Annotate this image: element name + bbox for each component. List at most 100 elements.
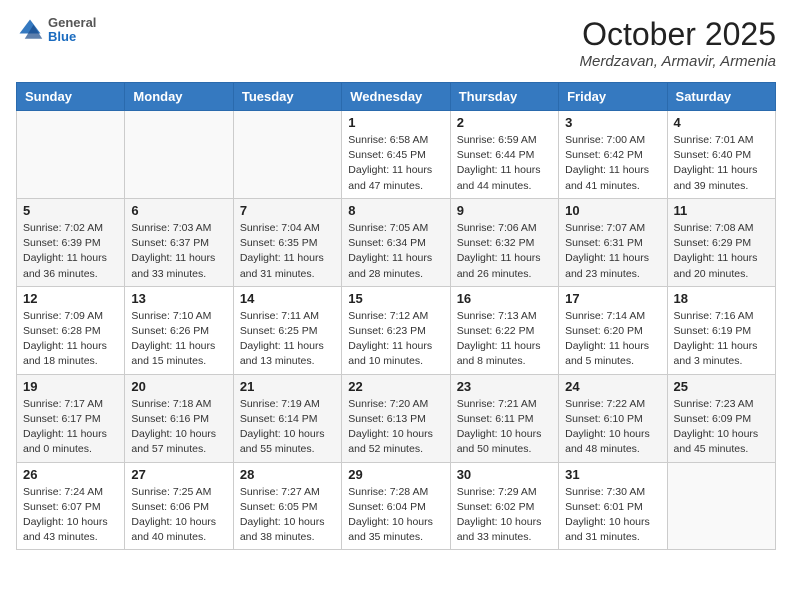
calendar-cell: 15 Sunrise: 7:12 AMSunset: 6:23 PMDayligh… [342, 286, 450, 374]
calendar-cell: 30 Sunrise: 7:29 AMSunset: 6:02 PMDayligh… [450, 462, 558, 550]
calendar-week-row: 1Sunrise: 6:58 AMSunset: 6:45 PMDaylight… [17, 111, 776, 199]
day-number: 18 [674, 291, 769, 306]
day-info: Sunrise: 7:24 AMSunset: 6:07 PMDaylight:… [23, 485, 118, 546]
calendar-cell: 27 Sunrise: 7:25 AMSunset: 6:06 PMDayligh… [125, 462, 233, 550]
calendar-cell: 8 Sunrise: 7:05 AMSunset: 6:34 PMDaylight… [342, 198, 450, 286]
title-area: October 2025 Merdzavan, Armavir, Armenia [580, 16, 776, 70]
logo: General Blue [16, 16, 96, 45]
day-number: 3 [565, 115, 660, 130]
day-number: 10 [565, 203, 660, 218]
calendar-table: SundayMondayTuesdayWednesdayThursdayFrid… [16, 82, 776, 550]
day-number: 7 [240, 203, 335, 218]
day-number: 17 [565, 291, 660, 306]
day-number: 29 [348, 467, 443, 482]
calendar-week-row: 26 Sunrise: 7:24 AMSunset: 6:07 PMDayligh… [17, 462, 776, 550]
calendar-cell [667, 462, 775, 550]
day-info: Sunrise: 7:23 AMSunset: 6:09 PMDaylight:… [674, 397, 769, 458]
calendar-cell: 10Sunrise: 7:07 AMSunset: 6:31 PMDayligh… [559, 198, 667, 286]
location: Merdzavan, Armavir, Armenia [580, 53, 776, 70]
calendar-cell: 16Sunrise: 7:13 AMSunset: 6:22 PMDayligh… [450, 286, 558, 374]
calendar-cell: 3 Sunrise: 7:00 AMSunset: 6:42 PMDaylight… [559, 111, 667, 199]
day-number: 14 [240, 291, 335, 306]
weekday-header: Saturday [667, 83, 775, 111]
day-number: 8 [348, 203, 443, 218]
day-number: 30 [457, 467, 552, 482]
calendar-cell: 11 Sunrise: 7:08 AMSunset: 6:29 PMDayligh… [667, 198, 775, 286]
day-info: Sunrise: 7:20 AMSunset: 6:13 PMDaylight:… [348, 397, 443, 458]
day-number: 11 [674, 203, 769, 218]
day-info: Sunrise: 7:09 AMSunset: 6:28 PMDaylight:… [23, 309, 118, 370]
day-info: Sunrise: 7:01 AMSunset: 6:40 PMDaylight:… [674, 133, 769, 194]
weekday-header: Monday [125, 83, 233, 111]
weekday-header: Sunday [17, 83, 125, 111]
logo-text: General Blue [48, 16, 96, 45]
day-number: 25 [674, 379, 769, 394]
day-number: 26 [23, 467, 118, 482]
day-number: 28 [240, 467, 335, 482]
calendar-cell: 4 Sunrise: 7:01 AMSunset: 6:40 PMDaylight… [667, 111, 775, 199]
calendar-cell: 6Sunrise: 7:03 AMSunset: 6:37 PMDaylight… [125, 198, 233, 286]
day-info: Sunrise: 7:28 AMSunset: 6:04 PMDaylight:… [348, 485, 443, 546]
day-info: Sunrise: 7:05 AMSunset: 6:34 PMDaylight:… [348, 221, 443, 282]
calendar-week-row: 19 Sunrise: 7:17 AMSunset: 6:17 PMDayligh… [17, 374, 776, 462]
day-number: 1 [348, 115, 443, 130]
weekday-header: Tuesday [233, 83, 341, 111]
day-info: Sunrise: 7:08 AMSunset: 6:29 PMDaylight:… [674, 221, 769, 282]
day-info: Sunrise: 7:22 AMSunset: 6:10 PMDaylight:… [565, 397, 660, 458]
day-number: 15 [348, 291, 443, 306]
day-number: 31 [565, 467, 660, 482]
day-number: 19 [23, 379, 118, 394]
calendar-cell [17, 111, 125, 199]
calendar-cell: 13Sunrise: 7:10 AMSunset: 6:26 PMDayligh… [125, 286, 233, 374]
day-number: 5 [23, 203, 118, 218]
day-info: Sunrise: 7:17 AMSunset: 6:17 PMDaylight:… [23, 397, 118, 458]
day-info: Sunrise: 7:10 AMSunset: 6:26 PMDaylight:… [131, 309, 226, 370]
day-number: 4 [674, 115, 769, 130]
day-number: 23 [457, 379, 552, 394]
calendar-cell: 25 Sunrise: 7:23 AMSunset: 6:09 PMDayligh… [667, 374, 775, 462]
weekday-header: Thursday [450, 83, 558, 111]
logo-general: General [48, 16, 96, 30]
day-info: Sunrise: 7:25 AMSunset: 6:06 PMDaylight:… [131, 485, 226, 546]
logo-icon [16, 16, 44, 44]
calendar-cell: 29 Sunrise: 7:28 AMSunset: 6:04 PMDayligh… [342, 462, 450, 550]
calendar-cell: 14 Sunrise: 7:11 AMSunset: 6:25 PMDayligh… [233, 286, 341, 374]
calendar-cell: 21 Sunrise: 7:19 AMSunset: 6:14 PMDayligh… [233, 374, 341, 462]
calendar-week-row: 5Sunrise: 7:02 AMSunset: 6:39 PMDaylight… [17, 198, 776, 286]
calendar-cell: 20 Sunrise: 7:18 AMSunset: 6:16 PMDayligh… [125, 374, 233, 462]
day-number: 16 [457, 291, 552, 306]
day-number: 2 [457, 115, 552, 130]
day-info: Sunrise: 7:19 AMSunset: 6:14 PMDaylight:… [240, 397, 335, 458]
weekday-header-row: SundayMondayTuesdayWednesdayThursdayFrid… [17, 83, 776, 111]
calendar-cell: 18Sunrise: 7:16 AMSunset: 6:19 PMDayligh… [667, 286, 775, 374]
day-number: 20 [131, 379, 226, 394]
day-number: 9 [457, 203, 552, 218]
weekday-header: Friday [559, 83, 667, 111]
header: General Blue October 2025 Merdzavan, Arm… [16, 16, 776, 70]
logo-blue: Blue [48, 30, 96, 44]
day-number: 24 [565, 379, 660, 394]
calendar-week-row: 12 Sunrise: 7:09 AMSunset: 6:28 PMDayligh… [17, 286, 776, 374]
day-number: 12 [23, 291, 118, 306]
day-number: 6 [131, 203, 226, 218]
calendar-cell [125, 111, 233, 199]
day-info: Sunrise: 7:29 AMSunset: 6:02 PMDaylight:… [457, 485, 552, 546]
calendar-cell: 22 Sunrise: 7:20 AMSunset: 6:13 PMDayligh… [342, 374, 450, 462]
day-number: 22 [348, 379, 443, 394]
day-info: Sunrise: 7:30 AMSunset: 6:01 PMDaylight:… [565, 485, 660, 546]
day-number: 21 [240, 379, 335, 394]
calendar-cell: 19 Sunrise: 7:17 AMSunset: 6:17 PMDayligh… [17, 374, 125, 462]
day-info: Sunrise: 7:04 AMSunset: 6:35 PMDaylight:… [240, 221, 335, 282]
day-number: 27 [131, 467, 226, 482]
calendar-cell: 31 Sunrise: 7:30 AMSunset: 6:01 PMDayligh… [559, 462, 667, 550]
calendar-cell: 26 Sunrise: 7:24 AMSunset: 6:07 PMDayligh… [17, 462, 125, 550]
calendar-cell: 17Sunrise: 7:14 AMSunset: 6:20 PMDayligh… [559, 286, 667, 374]
day-info: Sunrise: 7:21 AMSunset: 6:11 PMDaylight:… [457, 397, 552, 458]
day-info: Sunrise: 7:06 AMSunset: 6:32 PMDaylight:… [457, 221, 552, 282]
day-info: Sunrise: 7:12 AMSunset: 6:23 PMDaylight:… [348, 309, 443, 370]
calendar-cell: 28Sunrise: 7:27 AMSunset: 6:05 PMDayligh… [233, 462, 341, 550]
day-info: Sunrise: 7:11 AMSunset: 6:25 PMDaylight:… [240, 309, 335, 370]
calendar-cell [233, 111, 341, 199]
day-info: Sunrise: 7:00 AMSunset: 6:42 PMDaylight:… [565, 133, 660, 194]
day-info: Sunrise: 7:18 AMSunset: 6:16 PMDaylight:… [131, 397, 226, 458]
